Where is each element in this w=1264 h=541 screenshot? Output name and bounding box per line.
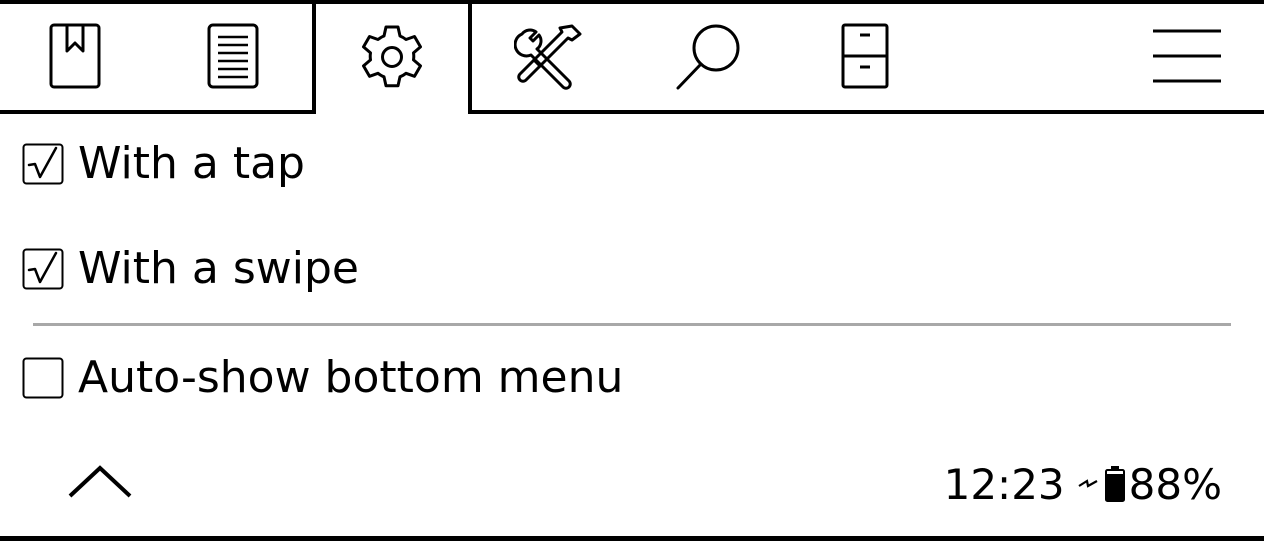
battery-icon <box>1104 466 1125 502</box>
setting-auto-show-bottom-menu[interactable]: Auto-show bottom menu <box>22 352 623 404</box>
status-bar: 12:23 88% <box>944 458 1222 510</box>
document-icon <box>207 23 259 89</box>
file-cabinet-icon <box>841 23 889 89</box>
hamburger-menu-icon <box>1153 29 1221 83</box>
tab-bookmarks[interactable] <box>0 4 150 110</box>
tab-bar-bottom-border-right <box>468 110 1264 114</box>
bookmark-icon <box>49 23 101 89</box>
clock: 12:23 <box>943 459 1065 509</box>
setting-label: With a swipe <box>78 243 359 294</box>
tab-settings[interactable] <box>316 4 468 110</box>
battery-percent: 88% <box>1128 459 1222 509</box>
chevron-up-icon[interactable] <box>66 456 134 504</box>
setting-label: Auto-show bottom menu <box>78 352 624 403</box>
tab-tools[interactable] <box>474 4 624 110</box>
setting-with-a-swipe[interactable]: With a swipe <box>22 243 359 295</box>
tab-search[interactable] <box>634 4 784 110</box>
gear-icon <box>362 25 422 88</box>
setting-label: With a tap <box>78 138 305 189</box>
tab-bar <box>0 0 1264 116</box>
charging-bolt-icon <box>1078 479 1098 488</box>
checkbox-checked-icon[interactable] <box>22 248 64 290</box>
tab-menu[interactable] <box>1112 4 1262 110</box>
active-tab-right-border <box>468 0 472 114</box>
tab-contents[interactable] <box>158 4 308 110</box>
checkbox-checked-icon[interactable] <box>22 143 64 185</box>
search-icon <box>676 24 740 90</box>
section-divider <box>33 323 1231 326</box>
tab-bar-bottom-border-left <box>0 110 316 114</box>
tools-icon <box>514 24 582 90</box>
bottom-border <box>0 536 1264 541</box>
checkbox-unchecked-icon[interactable] <box>22 357 64 399</box>
setting-with-a-tap[interactable]: With a tap <box>22 138 305 190</box>
tab-library[interactable] <box>790 4 940 110</box>
